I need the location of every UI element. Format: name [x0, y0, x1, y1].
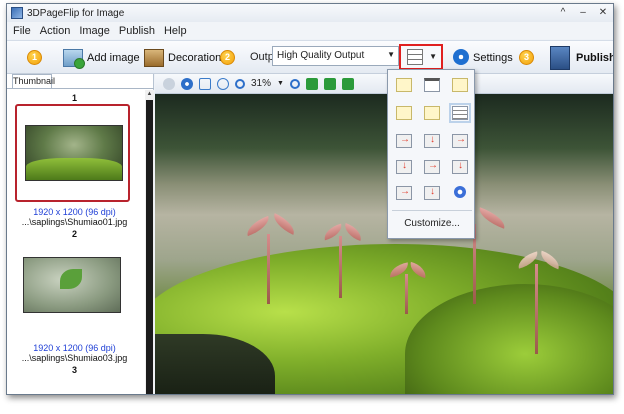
menu-bar: File Action Image Publish Help	[7, 22, 613, 39]
layout-option-two-column-icon[interactable]	[452, 78, 468, 92]
settings-label: Settings	[473, 52, 513, 64]
publish-book-icon[interactable]	[550, 46, 570, 70]
menu-divider	[392, 210, 472, 211]
zoom-out-icon[interactable]	[289, 78, 300, 89]
flip-vertical-icon[interactable]	[323, 77, 336, 90]
image-dimensions: 1920 x 1200 (96 dpi)	[33, 207, 116, 217]
next-page-icon[interactable]	[181, 77, 193, 90]
tab-thumbnail[interactable]: Thumbnail	[12, 74, 55, 88]
flip-horizontal-icon[interactable]	[305, 77, 318, 90]
scroll-up-arrow-icon[interactable]: ▲	[145, 90, 154, 99]
step-badge-1: 1	[27, 50, 42, 65]
app-window: 3DPageFlip for Image ^ – ✕ File Action I…	[6, 3, 614, 395]
thumbnail-image	[25, 125, 123, 181]
menu-file[interactable]: File	[13, 25, 31, 37]
add-image-icon	[63, 49, 85, 69]
page-number: 3	[71, 365, 77, 375]
menu-action[interactable]: Action	[40, 25, 71, 37]
window-title: 3DPageFlip for Image	[27, 7, 125, 19]
settings-button[interactable]: Settings	[473, 46, 513, 70]
main-toolbar: 1 Add image Decoration 2 Output: High Qu…	[7, 40, 613, 74]
sprout-stem	[535, 264, 538, 354]
add-image-label: Add image	[87, 52, 140, 64]
menu-image[interactable]: Image	[79, 25, 110, 37]
app-icon	[11, 7, 23, 19]
thumbnail-scrollbar[interactable]: ▲	[145, 90, 154, 394]
layout-option-three-column-icon[interactable]	[424, 106, 440, 120]
fit-window-icon[interactable]	[199, 77, 211, 90]
layout-option-right-arrow-icon[interactable]	[424, 160, 440, 174]
zoom-dropdown-icon[interactable]: ▼	[277, 80, 284, 87]
sprout-leaf	[475, 207, 509, 229]
layout-option-down-arrow-icon[interactable]	[424, 134, 440, 148]
page-number: 1	[71, 93, 77, 103]
layout-icon	[407, 49, 423, 65]
layout-option-right-arrow-icon[interactable]	[396, 186, 412, 200]
image-dimensions: 1920 x 1200 (96 dpi)	[33, 343, 116, 353]
viewer-toolbar: 31% ▼	[155, 74, 613, 94]
layout-option-right-arrow-icon[interactable]	[396, 134, 412, 148]
publish-button[interactable]: Publish	[576, 46, 614, 70]
layout-dropdown-menu: Customize...	[387, 69, 475, 239]
layout-option-header-icon[interactable]	[424, 78, 440, 92]
image-filename: ...\saplings\Shumiao01.jpg	[21, 217, 128, 227]
chevron-down-icon: ▼	[387, 50, 395, 59]
decoration-icon	[144, 49, 164, 67]
decoration-button[interactable]: Decoration	[144, 46, 221, 70]
thumbnail-item-selected[interactable]	[15, 104, 130, 202]
sprout-stem	[339, 236, 342, 298]
layout-option-down-arrow-icon[interactable]	[396, 160, 412, 174]
layout-option-down-arrow-icon[interactable]	[452, 160, 468, 174]
layout-option-down-arrow-icon[interactable]	[424, 186, 440, 200]
step-badge-3: 3	[519, 50, 534, 65]
minimize-button[interactable]: –	[577, 6, 589, 19]
close-button[interactable]: ✕	[597, 6, 609, 19]
zoom-level[interactable]: 31%	[251, 78, 271, 89]
layout-option-three-row-icon[interactable]	[449, 103, 471, 123]
first-page-icon[interactable]	[163, 77, 175, 90]
thumbnail-list: 1 1920 x 1200 (96 dpi) ...\saplings\Shum…	[7, 90, 142, 394]
layout-option-right-arrow-icon[interactable]	[452, 134, 468, 148]
publish-label: Publish	[576, 52, 614, 64]
decoration-label: Decoration	[168, 52, 222, 64]
settings-gear-icon[interactable]	[453, 49, 469, 65]
thumbnail-image	[23, 257, 121, 313]
scroll-thumb[interactable]	[146, 100, 153, 394]
menu-publish[interactable]: Publish	[119, 25, 155, 37]
thumbnail-panel: Thumbnail 1 1920 x 1200 (96 dpi) ...\sap…	[7, 74, 154, 394]
output-select[interactable]: High Quality Output ▼	[272, 46, 399, 66]
window-controls: ^ – ✕	[557, 6, 609, 19]
step-badge-2: 2	[220, 50, 235, 65]
chevron-down-icon: ▼	[429, 52, 437, 61]
title-bar: 3DPageFlip for Image ^ – ✕	[7, 4, 613, 22]
sprout-leaf	[341, 222, 365, 242]
output-select-value: High Quality Output	[277, 50, 365, 61]
sprout-stem	[267, 234, 270, 304]
layout-option-two-row-icon[interactable]	[396, 106, 412, 120]
page-number: 2	[71, 229, 77, 239]
actual-size-icon[interactable]	[217, 77, 229, 90]
image-filename: ...\saplings\Shumiao03.jpg	[21, 353, 128, 363]
thumbnail-item[interactable]	[15, 250, 130, 330]
help-caret-button[interactable]: ^	[557, 6, 569, 19]
sprout-stem	[405, 274, 408, 314]
tab-divider	[7, 88, 154, 89]
layout-option-single-icon[interactable]	[396, 78, 412, 92]
main-image-preview	[155, 94, 613, 394]
customize-menu-item[interactable]: Customize...	[388, 218, 476, 229]
layout-options-gear-icon[interactable]	[454, 186, 466, 198]
menu-help[interactable]: Help	[164, 25, 187, 37]
sprout-leaf	[269, 213, 299, 235]
layout-dropdown-button[interactable]: ▼	[399, 44, 443, 70]
zoom-in-icon[interactable]	[235, 78, 245, 89]
rotate-icon[interactable]	[341, 77, 354, 90]
add-image-button[interactable]: Add image	[63, 46, 140, 70]
